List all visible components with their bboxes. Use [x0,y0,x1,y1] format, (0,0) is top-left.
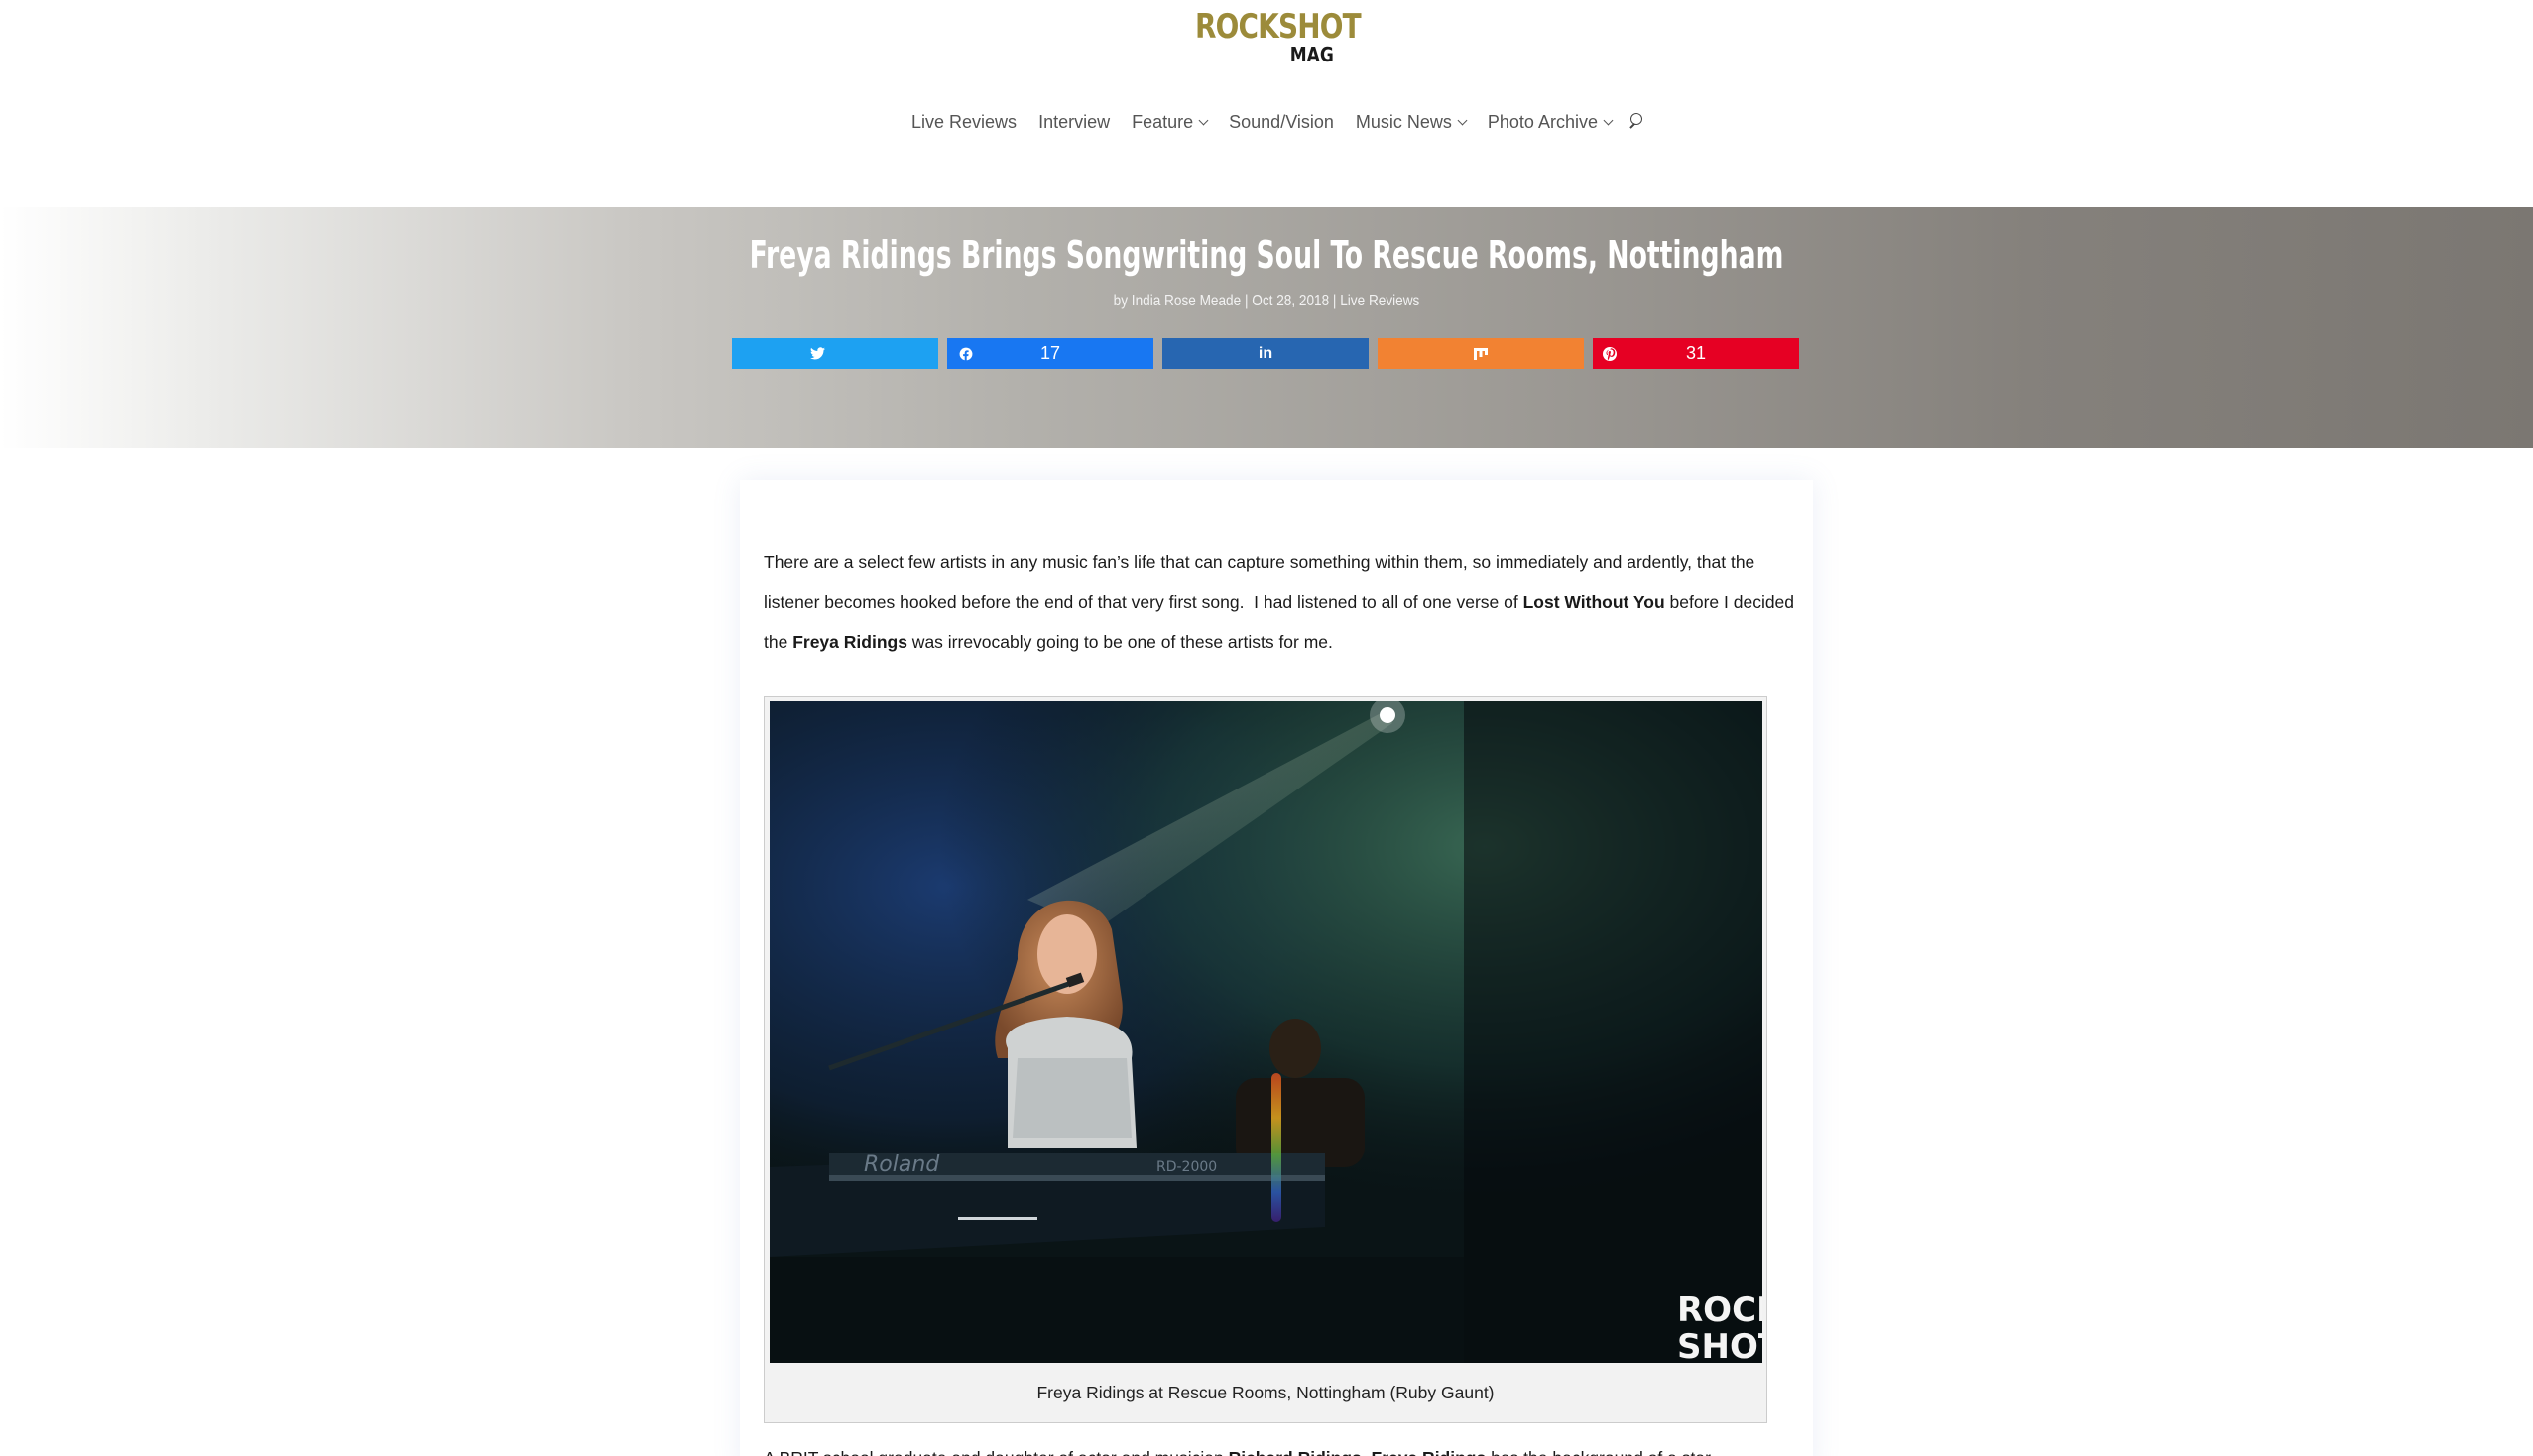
nav-item-interview[interactable]: Interview [1038,112,1110,133]
nav-item-label: Sound/Vision [1229,111,1334,132]
facebook-icon [959,347,973,361]
share-mix-button[interactable] [1378,338,1584,369]
chevron-down-icon [1198,115,1209,125]
nav-item-label: Interview [1038,111,1111,132]
chevron-down-icon [1457,115,1468,125]
paragraph-text: , [1362,1448,1372,1456]
nav-item-label: Feature [1132,111,1194,132]
keyboard-brand: Roland [864,1153,940,1177]
photo-watermark-line-2: SHOT [1677,1327,1762,1363]
song-title: Lost Without You [1522,592,1665,612]
search-icon[interactable] [1627,111,1648,133]
nav-item-label: Music News [1355,111,1452,132]
photo-watermark-line-1: ROCK [1677,1290,1762,1330]
share-pinterest-button[interactable]: 31 [1593,338,1799,369]
linkedin-icon: in [1258,344,1273,362]
article-paragraph: A BRIT school graduate and daughter of a… [764,1438,1795,1456]
twitter-icon [809,347,825,360]
nav-item-feature[interactable]: Feature [1132,111,1209,133]
share-linkedin-button[interactable]: in [1162,338,1369,369]
share-count: 31 [1685,343,1707,363]
keyboard-model: RD-2000 [1156,1159,1217,1175]
share-twitter-button[interactable] [732,338,938,369]
nav-item-sound-vision[interactable]: Sound/Vision [1229,112,1334,133]
paragraph-text: A BRIT school graduate and daughter of a… [764,1448,1229,1456]
site-logo[interactable]: ROCKSHOT MAG [1195,7,1362,67]
main-nav: Live Reviews Interview Feature Sound/Vis… [0,111,2533,133]
nav-item-music-news[interactable]: Music News [1355,111,1468,133]
nav-item-live-reviews[interactable]: Live Reviews [911,112,1017,133]
pinterest-icon [1603,346,1617,361]
paragraph-text: has the background of a star [1486,1448,1711,1456]
concert-photo-illustration: Roland RD-2000 ROCK SHOT [770,701,1762,1363]
person-name: Richard Ridings [1229,1448,1362,1456]
logo-wordmark-top: ROCKSHOT [1195,7,1362,47]
share-bar: 17 in 31 [732,338,1799,369]
chevron-down-icon [1603,115,1614,125]
paragraph-text: was irrevocably going to be one of these… [906,632,1333,652]
share-facebook-button[interactable]: 17 [947,338,1153,369]
article-figure: Roland RD-2000 ROCK SHOT Freya Ridings a… [764,696,1767,1423]
logo-wordmark-bottom: MAG [1289,43,1334,66]
photo-caption: Freya Ridings at Rescue Rooms, Nottingha… [1036,1383,1495,1402]
nav-item-label: Live Reviews [911,111,1018,132]
artist-name: Freya Ridings [1372,1448,1487,1456]
post-title: Freya Ridings Brings Songwriting Soul To… [749,233,1784,277]
mix-icon [1474,347,1488,360]
artist-name: Freya Ridings [792,632,907,652]
share-count: 17 [1039,343,1061,363]
concert-photo[interactable]: Roland RD-2000 ROCK SHOT [770,701,1762,1363]
nav-item-photo-archive[interactable]: Photo Archive [1487,111,1614,133]
article-paragraph: There are a select few artists in any mu… [764,543,1795,662]
post-meta: by India Rose Meade | Oct 28, 2018 | Liv… [1113,293,1420,309]
nav-item-label: Photo Archive [1487,111,1598,132]
